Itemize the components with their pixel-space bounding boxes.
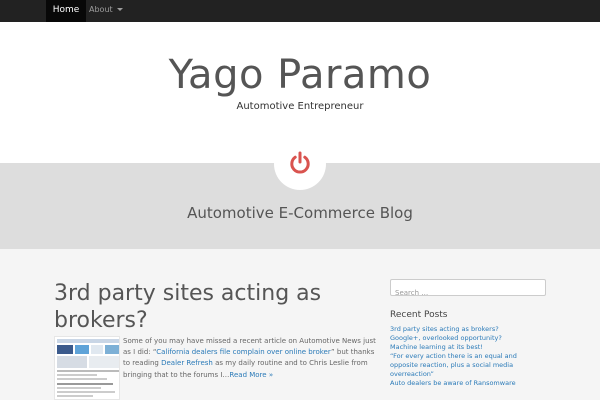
site-title[interactable]: Yago Paramo xyxy=(0,52,600,98)
blog-section-title: Automotive E-Commerce Blog xyxy=(187,204,413,222)
article-screenshot-thumbnail xyxy=(55,337,119,399)
recent-post-link[interactable]: Auto dealers be aware of Ransomware xyxy=(390,379,540,388)
search-input[interactable] xyxy=(391,285,545,301)
search-box xyxy=(390,279,546,301)
excerpt-link-dealer-refresh[interactable]: Dealer Refresh xyxy=(161,359,213,367)
nav-about-dropdown[interactable]: About xyxy=(89,0,124,22)
post-title-link[interactable]: 3rd party sites acting as brokers? xyxy=(54,280,354,334)
post-excerpt: Some of you may have missed a recent art… xyxy=(123,336,380,381)
recent-post-link[interactable]: 3rd party sites acting as brokers? xyxy=(390,325,540,334)
nav-home-link[interactable]: Home xyxy=(46,0,86,22)
recent-post-link[interactable]: Google+, overlooked opportunity? xyxy=(390,334,540,343)
nav-about-label: About xyxy=(89,5,113,14)
recent-posts-heading: Recent Posts xyxy=(390,310,448,320)
caret-down-icon xyxy=(117,8,124,11)
excerpt-link-california-dealers[interactable]: California dealers file complain over on… xyxy=(156,348,331,356)
recent-post-link[interactable]: “For every action there is an equal and … xyxy=(390,352,540,379)
site-tagline: Automotive Entrepreneur xyxy=(236,101,364,112)
power-icon-badge xyxy=(274,138,326,190)
post-thumbnail[interactable] xyxy=(54,336,120,400)
power-icon xyxy=(290,151,310,174)
top-navbar: Home About xyxy=(0,0,600,22)
read-more-link[interactable]: Read More » xyxy=(229,371,273,379)
recent-post-link[interactable]: Machine learning at its best! xyxy=(390,343,540,352)
recent-posts-list: 3rd party sites acting as brokers? Googl… xyxy=(390,325,540,388)
